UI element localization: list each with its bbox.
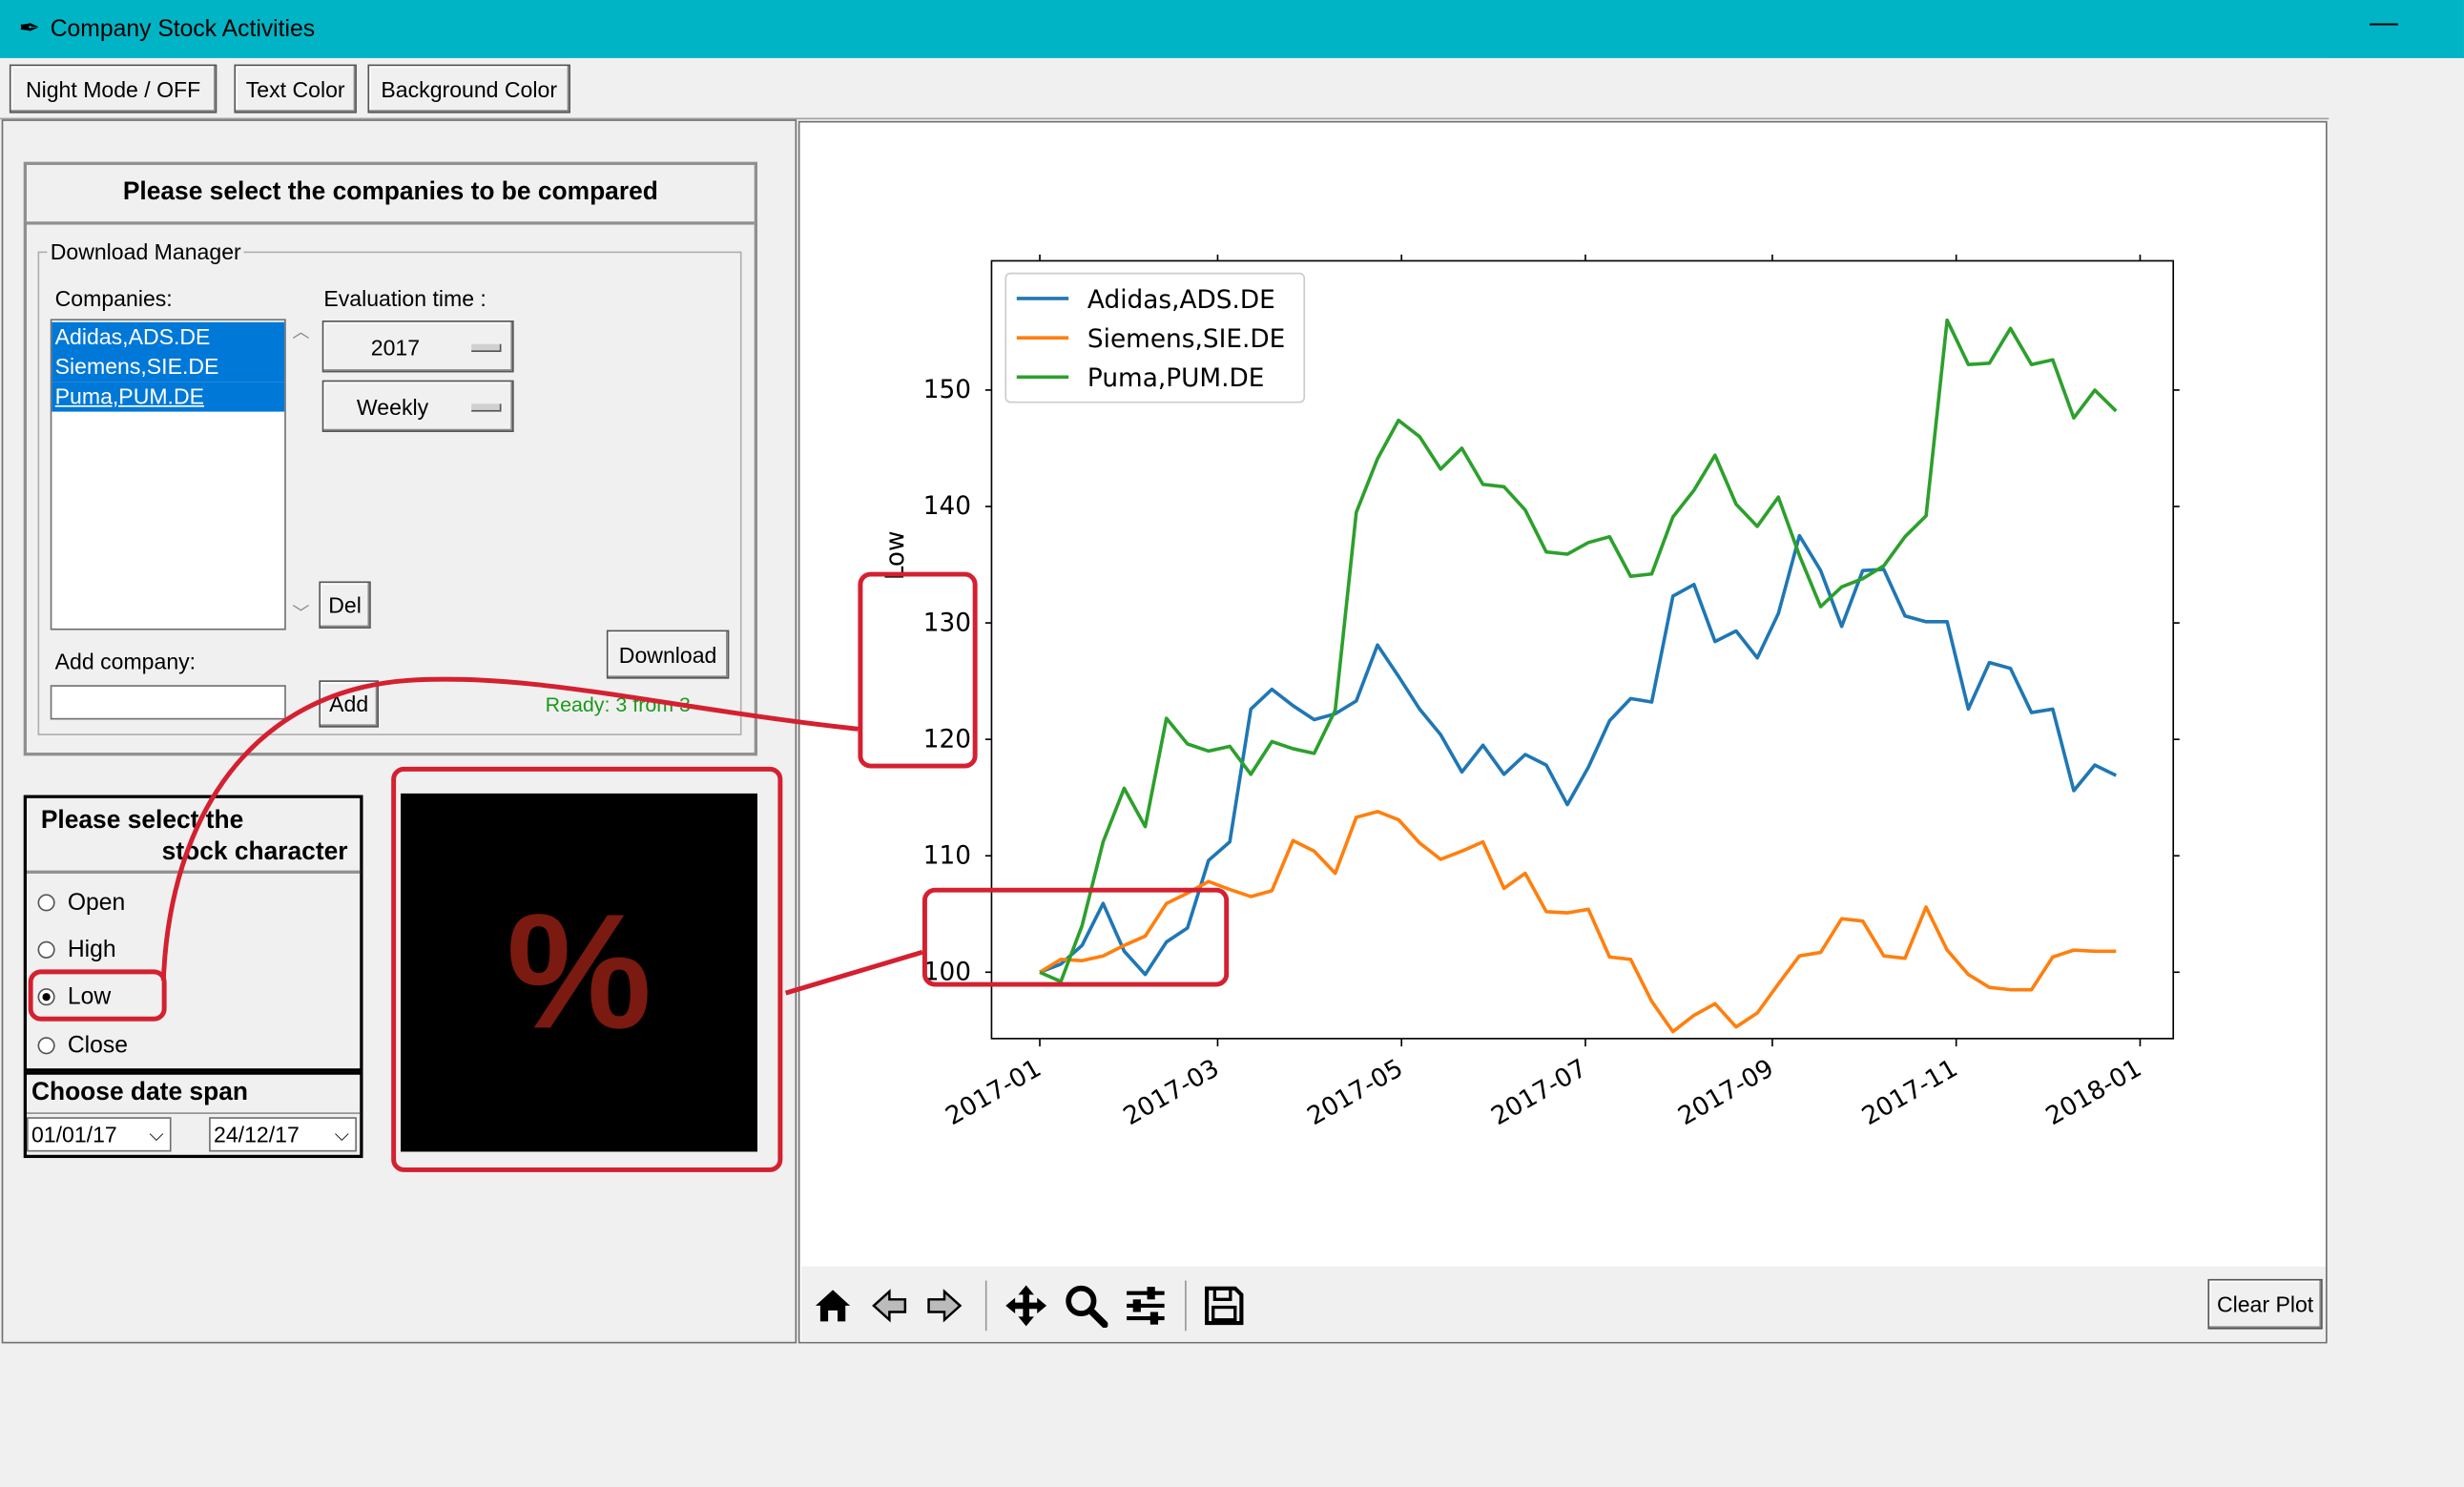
download-status: Ready: 3 from 3: [545, 692, 691, 717]
scroll-down-arrow-icon[interactable]: ﹀: [292, 600, 309, 625]
radio-label: Close: [67, 1032, 129, 1060]
forward-arrow-icon[interactable]: [918, 1279, 971, 1332]
background-color-button[interactable]: Background Color: [367, 64, 570, 114]
radio-button[interactable]: [37, 894, 55, 912]
radio-open[interactable]: Open: [37, 889, 126, 917]
date-to-picker[interactable]: 24/12/17 ⌵: [209, 1117, 357, 1152]
scroll-up-arrow-icon[interactable]: ︿: [292, 319, 309, 343]
minimize-button[interactable]: —: [2370, 7, 2398, 40]
save-icon[interactable]: [1197, 1279, 1251, 1332]
year-option-menu[interactable]: 2017: [321, 320, 514, 373]
app-feather-icon: ✒: [18, 15, 40, 43]
evaluation-time-label: Evaluation time :: [323, 285, 487, 312]
x-tick-label: 2017-05: [1303, 1054, 1408, 1131]
night-mode-button[interactable]: Night Mode / OFF: [9, 64, 217, 114]
y-tick-label: 150: [923, 376, 971, 404]
legend-label: Adidas,ADS.DE: [1087, 286, 1275, 315]
download-button[interactable]: Download: [606, 630, 730, 679]
add-button[interactable]: Add: [319, 680, 379, 728]
chevron-down-icon[interactable]: ⌵: [335, 1119, 349, 1150]
companies-listbox[interactable]: Adidas,ADS.DE Siemens,SIE.DE Puma,PUM.DE: [50, 319, 286, 630]
x-tick-label: 2017-09: [1673, 1054, 1778, 1131]
legend-label: Siemens,SIE.DE: [1087, 325, 1285, 354]
date-from-value: 01/01/17: [31, 1122, 117, 1147]
company-item[interactable]: Adidas,ADS.DE: [52, 321, 285, 352]
stock-character-header-line1: Please select the: [40, 807, 244, 835]
stock-chart[interactable]: 1001101201301401502017-01 2017-03 2017-05 2…: [799, 122, 2326, 1266]
radio-button[interactable]: [37, 940, 55, 959]
zoom-icon[interactable]: [1059, 1279, 1112, 1332]
x-tick-label: 2017-03: [1119, 1054, 1224, 1131]
year-value: 2017: [370, 334, 421, 360]
annotation-start-box: [921, 887, 1230, 987]
clear-plot-button[interactable]: Clear Plot: [2207, 1278, 2323, 1330]
date-to-value: 24/12/17: [214, 1122, 300, 1147]
stock-character-header: Please select the stock character: [27, 798, 361, 874]
radio-label: Open: [67, 889, 126, 917]
y-tick-label: 140: [923, 492, 971, 521]
interval-option-menu[interactable]: Weekly: [321, 380, 514, 433]
home-icon[interactable]: [806, 1279, 859, 1332]
title-bar: [0, 0, 2464, 58]
configure-icon[interactable]: [1119, 1279, 1172, 1332]
download-manager-label: Download Manager: [47, 238, 245, 264]
radio-close[interactable]: Close: [37, 1032, 129, 1060]
option-menu-indicator-icon: [471, 403, 502, 412]
annotation-low-box: [28, 969, 167, 1022]
x-tick-label: 2017-07: [1486, 1054, 1591, 1131]
interval-value: Weekly: [356, 393, 429, 420]
radio-button[interactable]: [37, 1037, 55, 1055]
companies-header: Please select the companies to be compar…: [27, 165, 755, 225]
add-company-input[interactable]: [50, 685, 286, 720]
annotation-ylabel-box: [858, 571, 978, 769]
text-color-button[interactable]: Text Color: [234, 64, 357, 114]
y-tick-label: 110: [923, 841, 971, 870]
date-from-picker[interactable]: 01/01/17 ⌵: [27, 1117, 172, 1152]
x-tick-label: 2017-11: [1857, 1054, 1962, 1131]
stock-character-header-line2: stock character: [161, 838, 348, 866]
company-item[interactable]: Puma,PUM.DE: [52, 382, 285, 412]
pan-icon[interactable]: [1000, 1279, 1053, 1332]
chevron-down-icon[interactable]: ⌵: [149, 1119, 163, 1150]
companies-label: Companies:: [54, 285, 173, 312]
x-tick-label: 2018-01: [2041, 1054, 2146, 1131]
back-arrow-icon[interactable]: [862, 1279, 916, 1332]
window-title: Company Stock Activities: [50, 15, 316, 43]
x-tick-label: 2017-01: [941, 1054, 1046, 1131]
option-menu-indicator-icon: [471, 343, 502, 352]
company-item[interactable]: Siemens,SIE.DE: [52, 351, 285, 382]
del-button[interactable]: Del: [319, 581, 371, 629]
annotation-percent-box: [391, 766, 783, 1172]
legend-label: Puma,PUM.DE: [1087, 364, 1265, 393]
radio-label: High: [67, 936, 116, 963]
add-company-label: Add company:: [54, 649, 197, 674]
radio-high[interactable]: High: [37, 936, 116, 963]
date-span-header: Choose date span: [31, 1079, 248, 1106]
